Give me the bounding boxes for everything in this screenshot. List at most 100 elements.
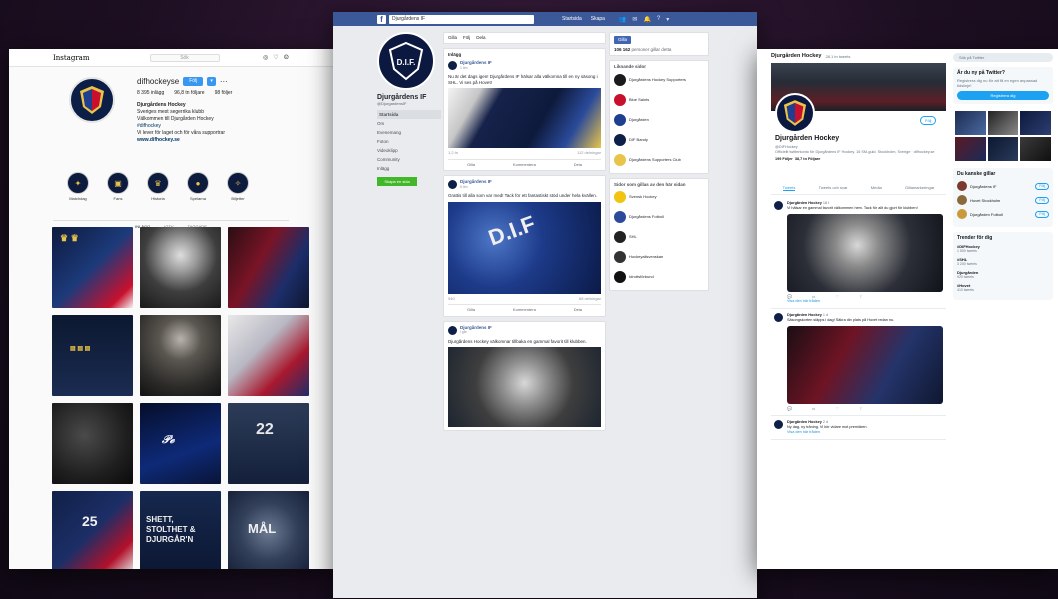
share-count[interactable]: 112 delningar xyxy=(577,150,601,156)
post-image[interactable]: D.I.F xyxy=(448,201,601,294)
page-name[interactable]: Idrottsförbund xyxy=(629,274,654,280)
like-icon[interactable]: ♡ xyxy=(835,406,839,411)
share-count[interactable]: 68 delningar xyxy=(579,296,601,302)
sidebar-item-events[interactable]: Evenemang xyxy=(377,128,441,137)
page-name[interactable]: SHL xyxy=(629,234,637,240)
reply-icon[interactable]: 💬 xyxy=(787,406,792,411)
page-name[interactable]: Djurgården xyxy=(629,117,649,123)
post-thumbnail[interactable] xyxy=(140,315,221,396)
sidebar-item-community[interactable]: Community xyxy=(377,155,441,164)
media-thumbnail[interactable] xyxy=(987,111,1019,135)
post-thumbnail[interactable]: 22 xyxy=(228,403,309,484)
friends-icon[interactable]: 👥 xyxy=(619,16,626,23)
tweet-author[interactable]: Djurgården Hockey xyxy=(787,201,822,205)
post-thumbnail[interactable]: ▤ ▤ ▤ xyxy=(52,315,133,396)
more-options-icon[interactable]: ··· xyxy=(220,78,228,86)
nav-create[interactable]: Skapa xyxy=(591,16,605,22)
highlight-item[interactable]: ♛ Historia xyxy=(145,172,171,210)
list-item[interactable]: Djurgårdens Supporters Club xyxy=(614,150,704,170)
share-button[interactable]: Dela xyxy=(574,162,582,168)
list-item[interactable]: Djurgårdens Hockey Supporters xyxy=(614,70,704,90)
sidebar-item-posts[interactable]: Inlägg xyxy=(377,164,441,173)
chevron-down-icon[interactable]: ▾ xyxy=(207,77,216,86)
follow-page-action[interactable]: Följ xyxy=(463,35,470,41)
follow-button[interactable]: Följ xyxy=(183,77,204,86)
page-name[interactable]: Djurgårdens Hockey Supporters xyxy=(629,77,686,83)
page-name[interactable]: Svensk Hockey xyxy=(629,194,657,200)
compass-icon[interactable]: ◎ xyxy=(263,54,268,61)
post-time[interactable]: 5 tim xyxy=(460,185,492,191)
like-page-action[interactable]: Gilla xyxy=(448,35,457,41)
post-thumbnail[interactable]: 𝒫ℯ xyxy=(140,403,221,484)
tweet-time[interactable]: 18 t xyxy=(823,201,829,205)
tweet-author[interactable]: Djurgården Hockey xyxy=(787,420,822,424)
post-thumbnail[interactable]: 25 xyxy=(52,491,133,569)
following-count[interactable]: 98 följer xyxy=(215,90,233,97)
tweet-image[interactable] xyxy=(787,214,943,292)
highlight-item[interactable]: ✧ Biljetter xyxy=(225,172,251,210)
tweet[interactable]: Djurgården Hockey 1 d Säsongskorten släp… xyxy=(771,309,946,416)
page-name[interactable]: Blue Saints xyxy=(629,97,649,103)
avatar[interactable] xyxy=(448,180,457,189)
list-item[interactable]: Djurgårdens IF Följ xyxy=(957,181,1049,191)
show-thread-link[interactable]: Visa den här tråden xyxy=(787,299,943,304)
signup-button[interactable]: Registrera dig xyxy=(957,91,1049,100)
trend-item[interactable]: #SHL 3 200 tweets xyxy=(957,257,1049,267)
post-thumbnail[interactable] xyxy=(228,227,309,308)
share-button[interactable]: Dela xyxy=(574,307,582,313)
sidebar-item-about[interactable]: Om xyxy=(377,119,441,128)
post-image[interactable] xyxy=(448,347,601,427)
post-image[interactable] xyxy=(448,88,601,148)
post-time[interactable]: i går xyxy=(460,330,492,336)
messenger-icon[interactable]: ✉ xyxy=(632,16,637,23)
page-profile-picture[interactable]: D.I.F. xyxy=(377,32,435,90)
post-author[interactable]: Djurgårdens IF xyxy=(460,60,492,66)
followers-count[interactable]: 38,7 tn Följare xyxy=(795,157,821,161)
highlight-item[interactable]: ▣ Fans xyxy=(105,172,131,210)
chevron-down-icon[interactable]: ▾ xyxy=(666,16,669,23)
bio-hashtag-link[interactable]: #difhockey xyxy=(137,123,232,130)
notifications-icon[interactable]: 🔔 xyxy=(643,16,650,23)
avatar[interactable] xyxy=(69,77,115,123)
following-count[interactable]: 199 Följer xyxy=(775,157,793,161)
share-icon[interactable]: ⇪ xyxy=(859,294,862,299)
media-thumbnail[interactable] xyxy=(955,137,986,161)
post-time[interactable]: 1 tim xyxy=(460,66,492,72)
tweet-time[interactable]: 1 d xyxy=(823,313,828,317)
account-name[interactable]: Hovet Stockholm xyxy=(970,198,1000,203)
like-button[interactable]: Gilla xyxy=(467,162,475,168)
follow-button[interactable]: Följ xyxy=(920,116,937,125)
followers-count[interactable]: 96,8 tn följare xyxy=(174,90,204,97)
avatar[interactable] xyxy=(957,209,967,219)
highlight-item[interactable]: ● Spelarna xyxy=(185,172,211,210)
avatar[interactable] xyxy=(957,195,967,205)
twitter-search-input[interactable]: Sök på Twitter xyxy=(953,53,1053,62)
highlight-item[interactable]: ✦ Matchdag xyxy=(65,172,91,210)
list-item[interactable]: Djurgårdens Fotboll xyxy=(614,207,704,227)
reaction-count[interactable]: 1,2 tn xyxy=(448,150,458,156)
post-thumbnail[interactable]: SHETT, STOLTHET & DJURGÅR'N xyxy=(140,491,221,569)
tweet-image[interactable] xyxy=(787,326,943,404)
follow-button[interactable]: Följ xyxy=(1035,210,1049,218)
comment-button[interactable]: Kommentera xyxy=(513,307,536,313)
share-page-action[interactable]: Dela xyxy=(476,35,485,41)
avatar[interactable] xyxy=(448,61,457,70)
list-item[interactable]: DIF Bandy xyxy=(614,130,704,150)
avatar[interactable] xyxy=(774,420,783,429)
reaction-count[interactable]: 940 xyxy=(448,296,455,302)
like-button[interactable]: Gilla xyxy=(467,307,475,313)
sidebar-item-videos[interactable]: Videoklipp xyxy=(377,146,441,155)
avatar[interactable] xyxy=(448,325,457,335)
tab-tweets-replies[interactable]: Tweets och svar xyxy=(819,185,848,191)
list-item[interactable]: Idrottsförbund xyxy=(614,267,704,287)
heart-icon[interactable]: ♡ xyxy=(273,54,278,61)
post-thumbnail[interactable] xyxy=(52,403,133,484)
list-item[interactable]: SHL xyxy=(614,227,704,247)
media-thumbnail[interactable] xyxy=(955,111,986,135)
media-thumbnail[interactable] xyxy=(1020,111,1051,135)
list-item[interactable]: Djurgården xyxy=(614,110,704,130)
nav-home[interactable]: Startsida xyxy=(562,16,582,22)
follow-button[interactable]: Följ xyxy=(1035,182,1049,190)
follow-button[interactable]: Följ xyxy=(1035,196,1049,204)
post-thumbnail[interactable] xyxy=(228,315,309,396)
